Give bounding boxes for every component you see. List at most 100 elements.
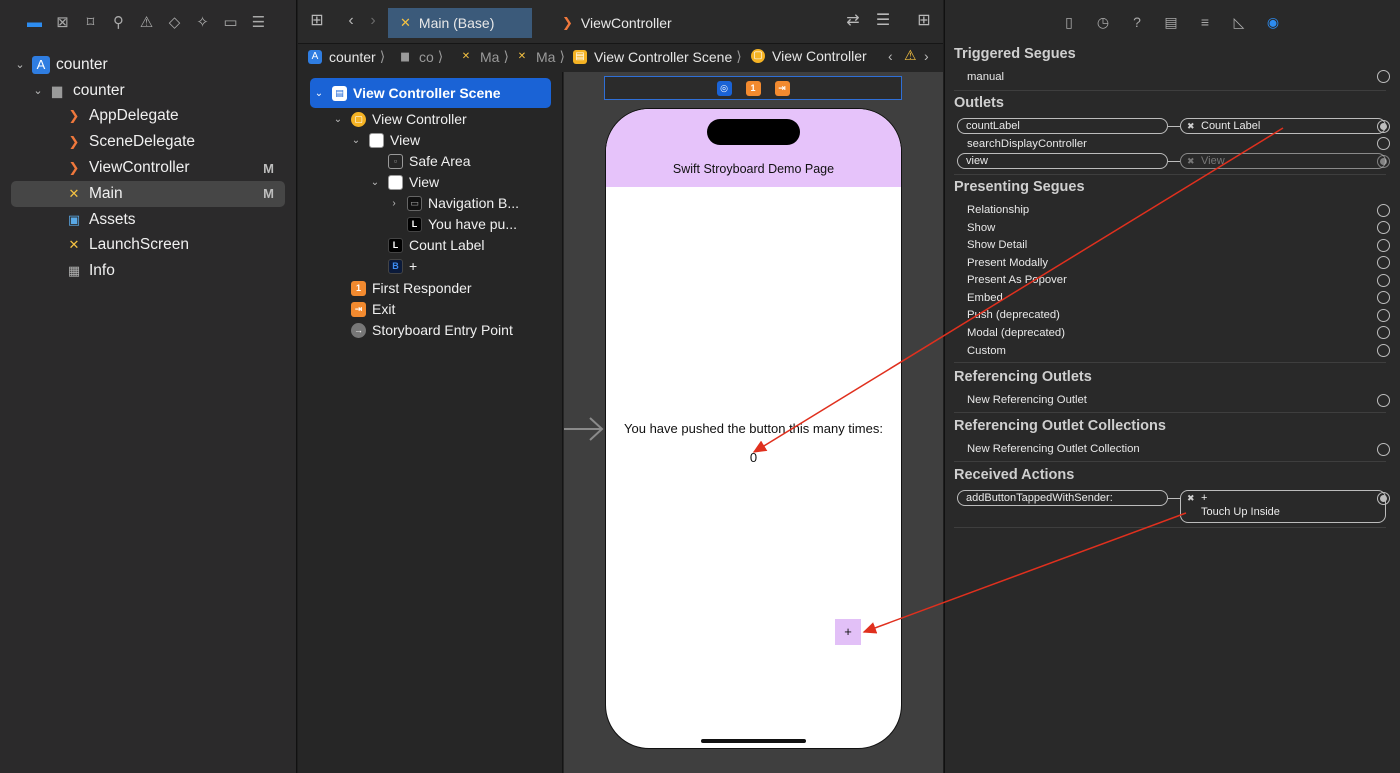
- connection-circle-new-collection[interactable]: [1377, 443, 1390, 456]
- connection-circle-new-referencing-outlet[interactable]: [1377, 394, 1390, 407]
- jumpbar-item-project[interactable]: A counter ⟩: [308, 48, 385, 65]
- tree-item-scenedelegate[interactable]: ❯ SceneDelegate: [0, 129, 296, 155]
- debug-icon[interactable]: ✧: [194, 14, 211, 31]
- folder-icon[interactable]: ▬: [26, 14, 43, 31]
- plist-icon: ▦: [67, 263, 81, 279]
- outline-item-count-label[interactable]: L Count Label: [388, 235, 485, 255]
- jumpbar-item-scene[interactable]: ▤ View Controller Scene ⟩: [573, 48, 742, 65]
- attributes-icon[interactable]: ≡: [1197, 14, 1213, 30]
- connection-circle-manual[interactable]: [1377, 70, 1390, 83]
- outline-item-pushed-label[interactable]: L You have pu...: [407, 214, 517, 234]
- tree-item-folder[interactable]: ⌄ ▆ counter: [0, 78, 296, 104]
- connection-circle-push[interactable]: [1377, 309, 1390, 322]
- close-icon[interactable]: ✖: [1187, 154, 1195, 168]
- action-add-button-tapped[interactable]: addButtonTappedWithSender:: [957, 490, 1168, 506]
- jumpbar-item-storyboard[interactable]: ✕ Ma ⟩: [459, 48, 509, 65]
- breakpoint-icon[interactable]: ▭: [222, 14, 239, 31]
- chevron-right-icon[interactable]: ›: [387, 198, 401, 209]
- search-icon[interactable]: ⚲: [110, 14, 127, 31]
- outlet-target-count-label[interactable]: ✖ Count Label: [1180, 118, 1386, 134]
- outline-item-exit[interactable]: ⇥ Exit: [351, 299, 395, 319]
- tree-item-launchscreen[interactable]: ✕ LaunchScreen: [0, 233, 296, 259]
- jumpbar-item-folder[interactable]: ▆ co ⟩: [398, 48, 443, 65]
- add-editor-icon[interactable]: ⊞: [915, 12, 933, 30]
- tree-item-project[interactable]: ⌄ A counter: [0, 52, 296, 78]
- chevron-down-icon[interactable]: ⌄: [349, 135, 363, 146]
- storyboard-icon: ✕: [461, 50, 471, 62]
- add-button[interactable]: +: [835, 619, 861, 645]
- outline-item-first-responder[interactable]: 1 First Responder: [351, 278, 472, 298]
- outline-item-safe-area[interactable]: ▫ Safe Area: [388, 151, 471, 171]
- count-label[interactable]: 0: [606, 450, 901, 465]
- close-icon[interactable]: ✖: [1187, 119, 1195, 133]
- connections-icon[interactable]: ◉: [1265, 14, 1281, 30]
- chevron-left-icon[interactable]: ‹: [888, 48, 893, 64]
- connection-circle-search[interactable]: [1377, 137, 1390, 150]
- outlet-view[interactable]: view: [957, 153, 1168, 169]
- close-icon[interactable]: ✖: [1187, 491, 1195, 505]
- connection-circle-show[interactable]: [1377, 221, 1390, 234]
- file-icon[interactable]: ▯: [1061, 14, 1077, 30]
- connection-circle-custom[interactable]: [1377, 344, 1390, 357]
- outlet-countlabel[interactable]: countLabel: [957, 118, 1168, 134]
- history-icon[interactable]: ◷: [1095, 14, 1111, 30]
- navigation-bar[interactable]: Swift Stroyboard Demo Page: [606, 109, 901, 187]
- outline-item-entry-point[interactable]: → Storyboard Entry Point: [351, 320, 513, 340]
- identity-icon[interactable]: ▤: [1163, 14, 1179, 30]
- size-icon[interactable]: ◺: [1231, 14, 1247, 30]
- outline-item-view-controller[interactable]: ⌄ ▢ View Controller: [331, 109, 467, 129]
- warning-icon[interactable]: ⚠: [904, 47, 917, 64]
- chevron-right-icon[interactable]: ›: [924, 48, 929, 64]
- view-controller-icon[interactable]: ◎: [716, 80, 732, 96]
- help-icon[interactable]: ?: [1129, 14, 1145, 30]
- chevron-down-icon[interactable]: ⌄: [331, 114, 345, 125]
- editor-options-icon[interactable]: ☰: [874, 12, 892, 30]
- tree-item-info[interactable]: ▦ Info: [0, 258, 296, 284]
- source-control-icon[interactable]: ⊠: [54, 14, 71, 31]
- tree-item-main[interactable]: ✕ Main M: [11, 180, 285, 207]
- navigation-bar-icon: ▭: [407, 195, 422, 211]
- outline-item-view-controller-scene[interactable]: ⌄ ▤ View Controller Scene: [312, 83, 501, 103]
- connection-circle-present-modally[interactable]: [1377, 256, 1390, 269]
- chevron-left-icon[interactable]: ‹: [342, 12, 360, 30]
- bookmark-icon[interactable]: ⌑: [82, 14, 99, 31]
- connection-circle-action[interactable]: [1377, 492, 1390, 505]
- chevron-down-icon[interactable]: ⌄: [32, 84, 44, 97]
- chevron-down-icon[interactable]: ⌄: [14, 58, 26, 71]
- tab-viewcontroller[interactable]: ❯ ViewController: [550, 8, 684, 38]
- connection-circle-countlabel[interactable]: [1377, 120, 1390, 133]
- refresh-icon[interactable]: ⇄: [844, 12, 862, 30]
- first-responder-icon[interactable]: 1: [745, 80, 761, 96]
- action-target-plus-button[interactable]: ✖ + Touch Up Inside: [1180, 490, 1386, 523]
- chevron-right-icon[interactable]: ›: [364, 12, 382, 30]
- test-icon[interactable]: ◇: [166, 14, 183, 31]
- entry-point-arrow[interactable]: [564, 412, 606, 446]
- view-icon: [369, 132, 384, 148]
- exit-icon[interactable]: ⇥: [774, 80, 790, 96]
- outline-item-view[interactable]: ⌄ View: [349, 130, 420, 150]
- chevron-down-icon[interactable]: ⌄: [368, 177, 382, 188]
- storyboard-canvas[interactable]: ◎ 1 ⇥ Swift Stroyboard Demo Page You hav…: [564, 72, 943, 773]
- tree-item-assets[interactable]: ▣ Assets: [0, 207, 296, 233]
- connection-circle-modal[interactable]: [1377, 326, 1390, 339]
- jumpbar-item-storyboard-base[interactable]: ✕ Ma ⟩: [515, 48, 565, 65]
- outlet-target-view[interactable]: ✖ View: [1180, 153, 1386, 169]
- tree-item-appdelegate[interactable]: ❯ AppDelegate: [0, 104, 296, 130]
- connection-circle-embed[interactable]: [1377, 291, 1390, 304]
- divider: [954, 362, 1386, 363]
- jumpbar-item-view-controller[interactable]: ▢ View Controller: [751, 48, 867, 64]
- connection-circle-show-detail[interactable]: [1377, 239, 1390, 252]
- connection-circle-relationship[interactable]: [1377, 204, 1390, 217]
- report-icon[interactable]: ☰: [250, 14, 267, 31]
- outline-item-plus-button[interactable]: B +: [388, 256, 417, 276]
- tree-item-viewcontroller[interactable]: ❯ ViewController M: [0, 155, 296, 181]
- connection-circle-view[interactable]: [1377, 155, 1390, 168]
- connection-circle-popover[interactable]: [1377, 274, 1390, 287]
- warning-icon[interactable]: ⚠: [138, 14, 155, 31]
- pushed-label[interactable]: You have pushed the button this many tim…: [606, 421, 901, 436]
- chevron-down-icon[interactable]: ⌄: [312, 88, 326, 99]
- outline-item-navigation-bar[interactable]: › ▭ Navigation B...: [387, 193, 519, 213]
- grid-icon[interactable]: ⊞: [308, 12, 326, 30]
- tab-main-base[interactable]: ✕ Main (Base): [388, 8, 532, 38]
- outline-item-inner-view[interactable]: ⌄ View: [368, 172, 439, 192]
